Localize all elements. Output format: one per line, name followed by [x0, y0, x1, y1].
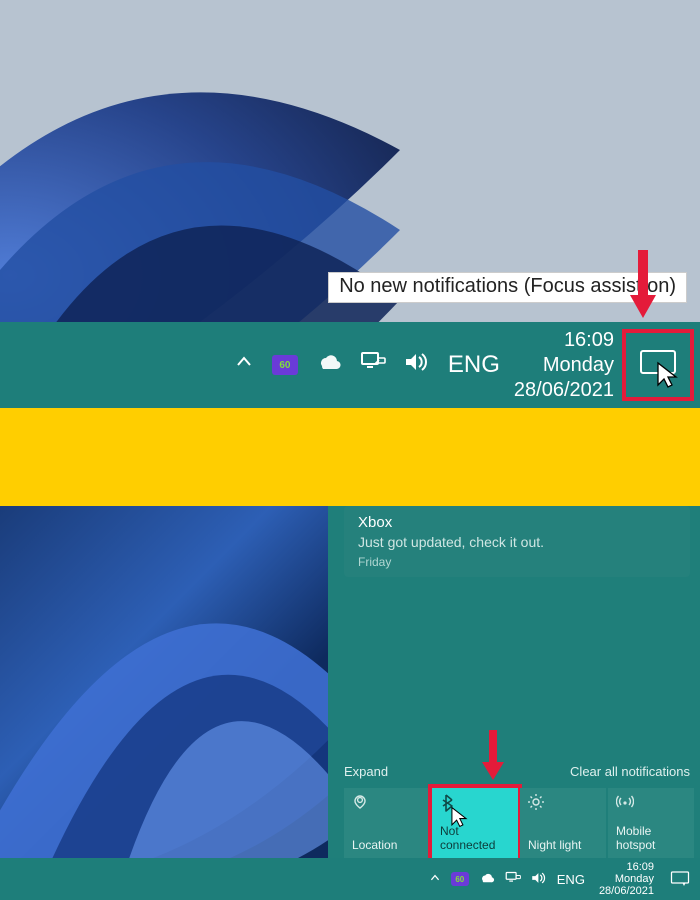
- quick-action-label: Mobile hotspot: [616, 824, 686, 852]
- quick-action-location[interactable]: Location: [344, 788, 430, 858]
- quick-action-label: Night light: [528, 838, 598, 852]
- network-tray-icon[interactable]: [360, 349, 386, 381]
- quick-action-label: Location: [352, 838, 422, 852]
- cursor-icon: [450, 806, 468, 828]
- quick-action-mobile-hotspot[interactable]: Mobile hotspot: [608, 788, 694, 858]
- quick-action-night-light[interactable]: Night light: [520, 788, 606, 858]
- show-hidden-icons-button[interactable]: [429, 872, 441, 887]
- nvidia-tray-icon[interactable]: 60: [272, 355, 298, 375]
- taskbar: 60 ENG 16: [0, 322, 700, 408]
- mobile-hotspot-icon: [616, 794, 686, 812]
- location-icon: [352, 794, 422, 814]
- notification-time: Friday: [358, 555, 678, 569]
- desktop-wallpaper: [0, 506, 328, 858]
- onedrive-tray-icon[interactable]: [316, 349, 342, 381]
- action-center-panel: Xbox Just got updated, check it out. Fri…: [328, 506, 700, 858]
- notification-center-icon: [670, 871, 690, 887]
- screenshot-1: No new notifications (Focus assist on) 6…: [0, 0, 700, 408]
- volume-tray-icon[interactable]: [531, 871, 547, 888]
- volume-tray-icon[interactable]: [404, 349, 430, 381]
- notification-body: Just got updated, check it out.: [358, 534, 678, 550]
- separator-band: [0, 408, 700, 506]
- taskbar: 60 ENG 16:09 Monday 28/06/2021: [0, 858, 700, 900]
- taskbar-clock[interactable]: 16:09 Monday 28/06/2021: [514, 328, 614, 403]
- clock-day: Monday: [514, 353, 614, 378]
- notification-card[interactable]: Xbox Just got updated, check it out. Fri…: [344, 506, 690, 577]
- system-tray: 60 ENG: [429, 871, 585, 888]
- clock-day: Monday: [599, 873, 654, 885]
- nvidia-tray-icon[interactable]: 60: [451, 872, 469, 886]
- language-indicator[interactable]: ENG: [448, 351, 500, 379]
- system-tray: 60 ENG: [234, 349, 500, 381]
- show-hidden-icons-button[interactable]: [234, 352, 254, 378]
- expand-link[interactable]: Expand: [344, 764, 388, 779]
- taskbar-clock[interactable]: 16:09 Monday 28/06/2021: [599, 861, 654, 897]
- quick-action-label: Not connected: [440, 824, 510, 852]
- clock-date: 28/06/2021: [599, 885, 654, 897]
- notification-center-button[interactable]: [622, 329, 694, 401]
- network-tray-icon[interactable]: [505, 871, 521, 888]
- clock-date: 28/06/2021: [514, 378, 614, 403]
- annotation-arrow-icon: [480, 730, 506, 782]
- clock-time: 16:09: [514, 328, 614, 353]
- language-indicator[interactable]: ENG: [557, 872, 585, 887]
- annotation-arrow-icon: [626, 250, 660, 320]
- cursor-icon: [656, 361, 678, 389]
- night-light-icon: [528, 794, 598, 814]
- notification-center-button[interactable]: [668, 867, 692, 891]
- clock-time: 16:09: [599, 861, 654, 873]
- notification-title: Xbox: [358, 514, 678, 531]
- quick-action-bluetooth[interactable]: Not connected: [432, 788, 518, 858]
- quick-actions-row: Location Not connected Night light: [344, 788, 694, 858]
- onedrive-tray-icon[interactable]: [479, 872, 495, 887]
- screenshot-2: Xbox Just got updated, check it out. Fri…: [0, 506, 700, 900]
- clear-all-link[interactable]: Clear all notifications: [570, 764, 690, 779]
